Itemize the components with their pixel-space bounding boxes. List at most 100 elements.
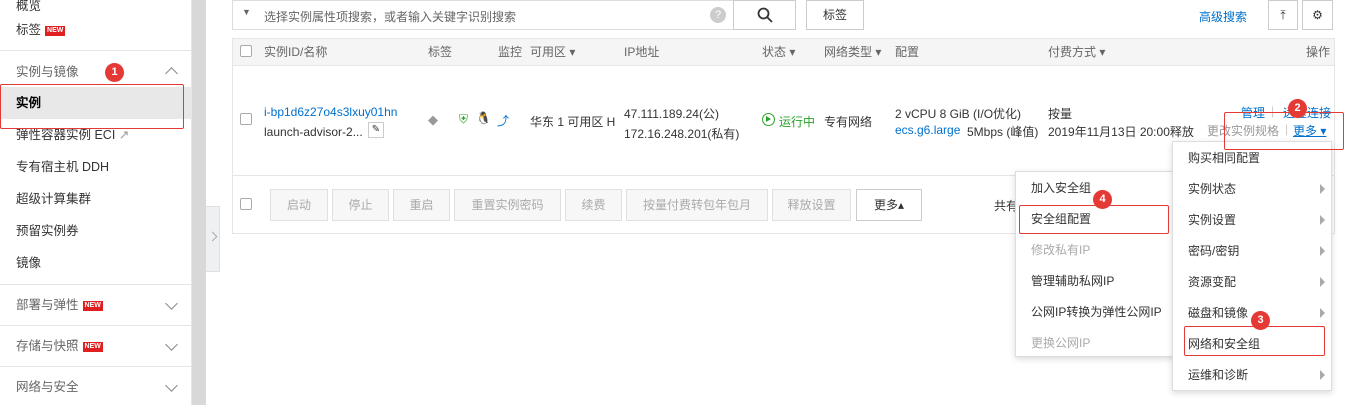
instance-id-link[interactable]: i-bp1d6z27o4s3lxuy01hn [264,105,397,119]
chevron-right-icon [1320,277,1325,287]
convert-billing-button[interactable]: 按量付费转包年包月 [626,189,768,221]
gear-icon: ⚙ [1312,8,1323,22]
menu-item-convert-eip[interactable]: 公网IP转换为弹性公网IP [1016,297,1175,328]
chevron-down-icon [165,338,178,351]
sidebar-item-label: 概览 [16,0,42,13]
annotation-box-2 [1224,112,1344,150]
ip-private: 172.16.248.201(私有) [624,127,740,141]
sidebar-item-images[interactable]: 镜像 [0,247,192,279]
renew-button[interactable]: 续费 [565,189,622,221]
monitor-chart-icon[interactable]: ⤴ [497,112,509,129]
pencil-icon: ✎ [371,124,381,135]
col-billing[interactable]: 付费方式 ▾ [1048,38,1105,66]
annotation-box-1 [0,84,184,129]
sidebar-item-label: 镜像 [16,256,42,270]
sidebar-group-network[interactable]: 网络与安全 [0,366,192,406]
sidebar-item-label: 超级计算集群 [16,192,92,206]
bandwidth: 5Mbps (峰值) [967,125,1039,139]
sidebar-item-scc[interactable]: 超级计算集群 [0,183,192,215]
menu-item-label: 运维和诊断 [1188,368,1249,382]
tag-icon[interactable]: ◆ [428,112,438,128]
menu-item-instance-status[interactable]: 实例状态 [1173,174,1331,205]
col-status[interactable]: 状态 ▾ [762,38,795,66]
menu-item-ops-diagnose[interactable]: 运维和诊断 [1173,360,1331,391]
sidebar-group-label: 实例与镜像 [16,65,79,79]
col-instance: 实例ID/名称 [264,45,328,59]
start-button[interactable]: 启动 [270,189,328,221]
chevron-down-icon [165,379,178,392]
tag-filter-button[interactable]: 标签 [806,0,864,30]
help-icon[interactable]: ? [710,7,726,23]
annotation-marker-1: 1 [105,63,124,82]
bottom-more-button[interactable]: 更多▴ [856,189,922,221]
chevron-up-icon [165,67,178,80]
sidebar-scrollbar[interactable] [192,0,206,405]
tag-filter-label: 标签 [822,8,847,22]
col-ip: IP地址 [624,45,660,59]
chevron-right-icon [1320,308,1325,318]
col-actions: 操作 [1306,45,1331,59]
sidebar-item-ddh[interactable]: 专有宿主机 DDH [0,151,192,183]
instance-type-link[interactable]: ecs.g6.large [895,123,960,137]
chevron-right-icon [1320,215,1325,225]
sidebar-item-tags[interactable]: 标签 NEW [0,14,192,46]
sidebar-item-label: 弹性容器实例 ECI [16,128,116,142]
status-running: 运行中 [779,115,816,129]
shield-icon: ⛨ [459,112,469,126]
dropdown-caret-icon[interactable]: ▼ [242,7,251,17]
col-monitor: 监控 [498,45,523,59]
menu-item-modify-private-ip[interactable]: 修改私有IP [1016,235,1175,266]
chevron-down-icon [165,297,178,310]
menu-item-password-key[interactable]: 密码/密钥 [1173,236,1331,267]
sidebar-group-label: 存储与快照 [16,339,79,353]
linux-icon: 🐧 [476,111,491,125]
menu-item-label: 密码/密钥 [1188,244,1240,258]
menu-item-label: 实例设置 [1188,213,1237,227]
annotation-marker-3: 3 [1251,311,1270,330]
sidebar-group-label: 网络与安全 [16,380,79,394]
annotation-marker-4: 4 [1093,190,1112,209]
row-checkbox[interactable] [240,113,252,125]
release-time: 2019年11月13日 20:00释放 [1048,125,1194,139]
sidebar-group-storage[interactable]: 存储与快照 NEW [0,325,192,365]
annotation-marker-2: 2 [1288,99,1307,118]
advanced-search-link[interactable]: 高级搜索 [1199,8,1247,25]
col-network[interactable]: 网络类型 ▾ [824,38,881,66]
billing-type: 按量 [1048,107,1073,121]
menu-item-label: 磁盘和镜像 [1188,306,1249,320]
menu-item-change-public-ip[interactable]: 更换公网IP [1016,328,1175,359]
menu-item-label: 实例状态 [1188,182,1237,196]
menu-item-resource-change[interactable]: 资源变配 [1173,267,1331,298]
annotation-box-3 [1184,326,1325,356]
new-badge: NEW [82,301,103,311]
config-spec: 2 vCPU 8 GiB (I/O优化) [895,107,1022,121]
bottom-select-all-checkbox[interactable] [240,198,252,210]
release-settings-button[interactable]: 释放设置 [772,189,851,221]
menu-item-label: 购买相同配置 [1188,151,1261,165]
chevron-right-icon [1320,246,1325,256]
sidebar-group-deploy[interactable]: 部署与弹性 NEW [0,284,192,324]
sidebar-item-label: 专有宿主机 DDH [16,160,110,174]
col-zone[interactable]: 可用区 ▾ [530,38,575,66]
settings-button[interactable]: ⚙ [1302,0,1333,30]
running-icon [762,113,775,126]
restart-button[interactable]: 重启 [393,189,450,221]
export-button[interactable]: ⤒ [1268,0,1298,30]
network-type: 专有网络 [824,115,873,129]
reset-password-button[interactable]: 重置实例密码 [454,189,561,221]
sidebar-group-label: 部署与弹性 [16,298,79,312]
search-input[interactable]: ▼ 选择实例属性项搜索，或者输入关键字识别搜索 ? [232,0,734,30]
sidebar-collapse-handle[interactable] [206,206,220,272]
select-all-checkbox[interactable] [240,45,252,57]
menu-item-instance-settings[interactable]: 实例设置 [1173,205,1331,236]
search-placeholder: 选择实例属性项搜索，或者输入关键字识别搜索 [264,10,517,24]
stop-button[interactable]: 停止 [332,189,389,221]
sidebar: 概览 标签 NEW 实例与镜像 实例 弹性容器实例 ECI ↗ 专有宿主机 DDH… [0,0,192,405]
col-config: 配置 [895,45,920,59]
search-button[interactable] [733,0,796,30]
external-link-icon: ↗ [118,128,130,142]
sidebar-item-ri[interactable]: 预留实例券 [0,215,192,247]
instance-name: launch-advisor-2... [264,125,363,139]
menu-item-secondary-ip[interactable]: 管理辅助私网IP [1016,266,1175,297]
edit-name-button[interactable]: ✎ [368,122,384,138]
